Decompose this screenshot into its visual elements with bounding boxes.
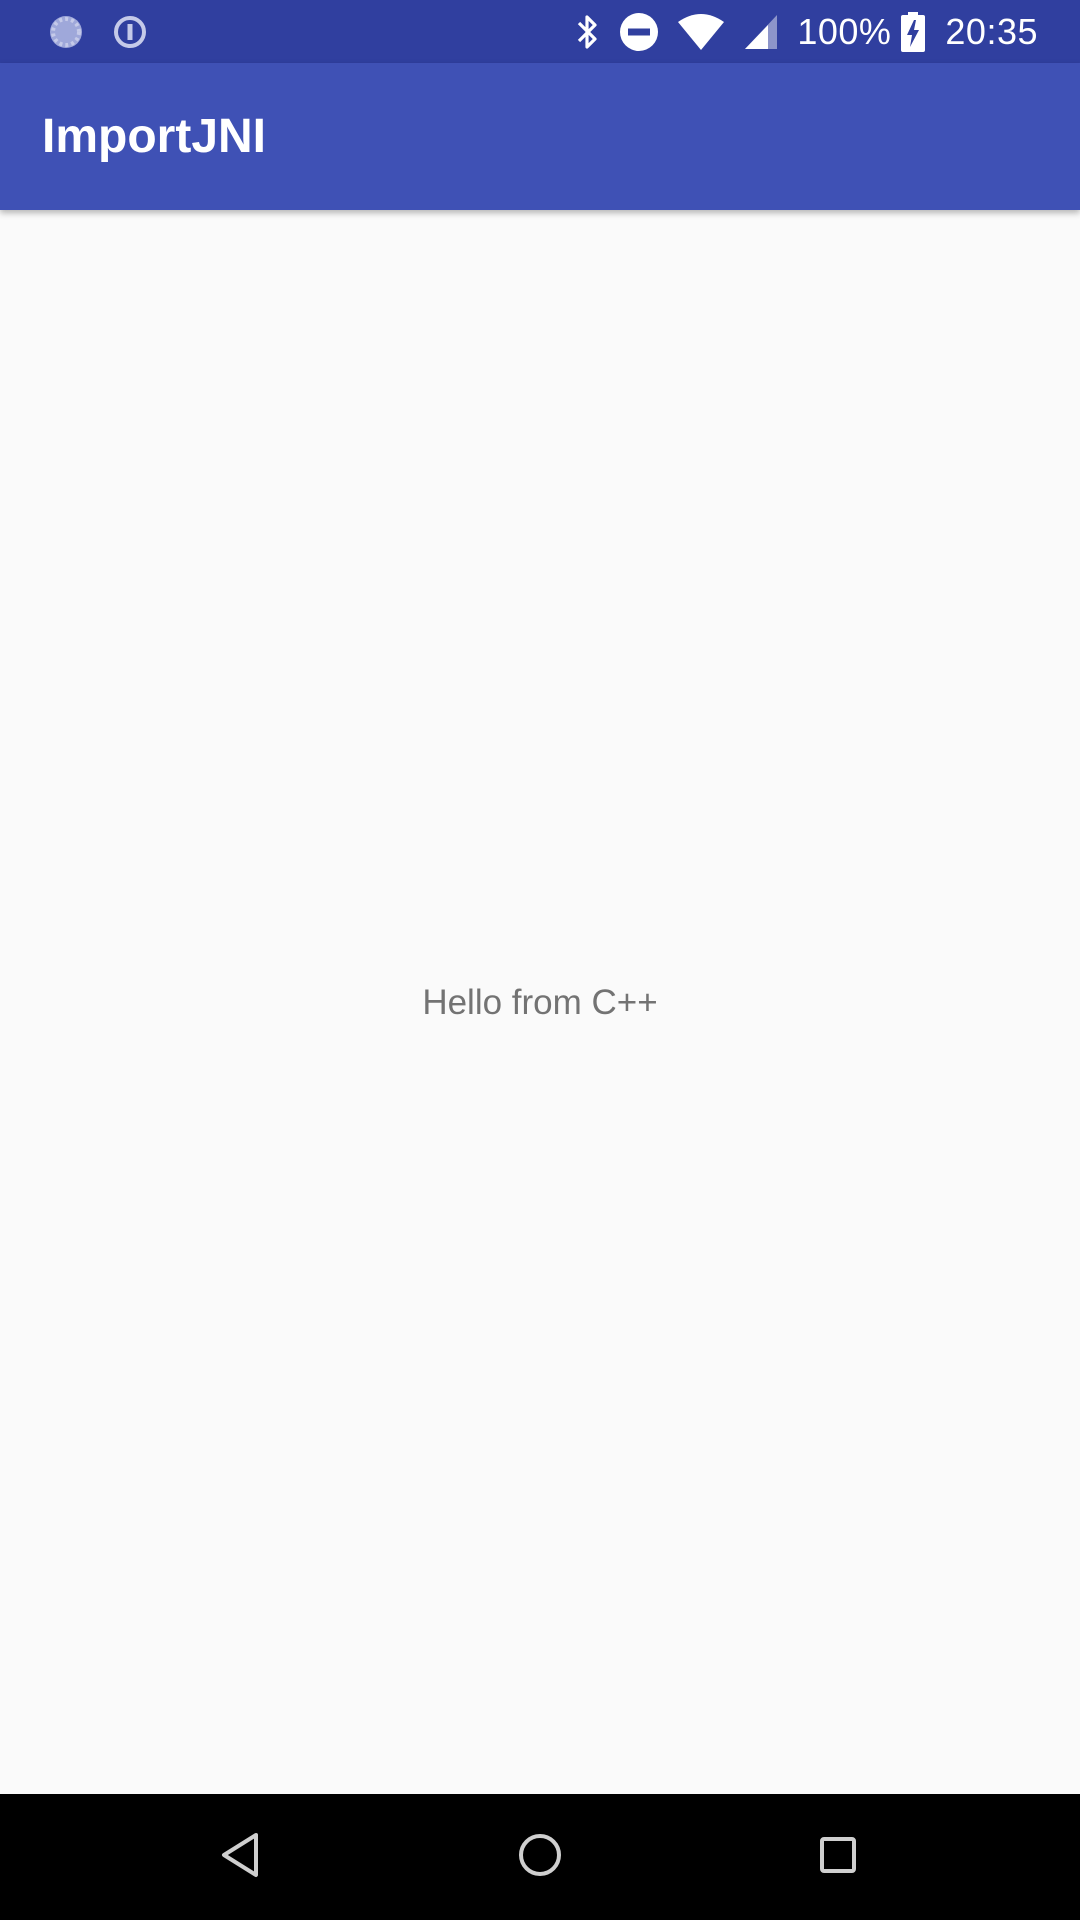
recents-button[interactable] <box>808 1827 868 1887</box>
wifi-icon <box>677 13 725 51</box>
do-not-disturb-icon <box>619 12 659 52</box>
info-circle-icon <box>112 14 148 50</box>
app-title: ImportJNI <box>42 110 267 163</box>
navigation-bar <box>0 1794 1080 1920</box>
sync-icon <box>46 12 86 52</box>
back-icon <box>218 1831 262 1884</box>
android-screen: 100% 20:35 ImportJNI Hello from C++ <box>0 0 1080 1920</box>
hello-message: Hello from C++ <box>422 983 658 1022</box>
battery-percent: 100% <box>797 11 892 52</box>
status-bar: 100% 20:35 <box>0 0 1080 63</box>
bluetooth-icon <box>575 12 601 52</box>
cell-signal-icon <box>743 14 779 50</box>
recents-icon <box>818 1835 858 1880</box>
status-left-icons <box>46 12 148 52</box>
home-icon <box>517 1832 563 1883</box>
main-content: Hello from C++ <box>0 210 1080 1794</box>
back-button[interactable] <box>210 1827 270 1887</box>
status-right-icons: 100% 20:35 <box>575 8 1038 56</box>
app-bar: ImportJNI <box>0 63 1080 210</box>
home-button[interactable] <box>510 1827 570 1887</box>
battery-charging-icon <box>901 12 926 52</box>
status-time: 20:35 <box>945 11 1038 52</box>
